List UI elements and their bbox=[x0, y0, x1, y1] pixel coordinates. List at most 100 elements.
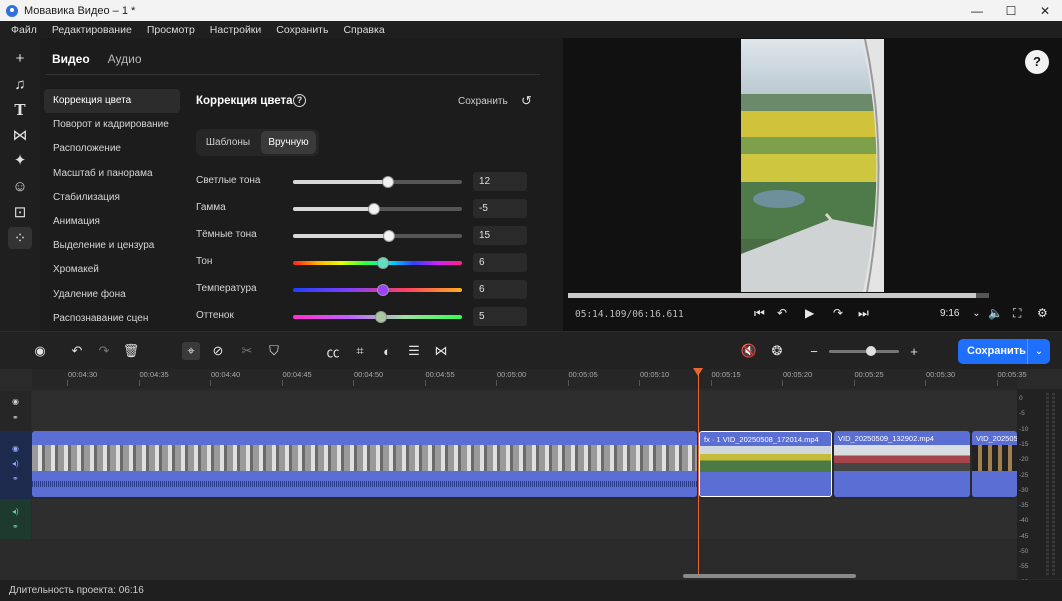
slider-track[interactable] bbox=[293, 230, 462, 242]
reset-icon[interactable]: ↺ bbox=[521, 93, 532, 109]
marker-shield-icon[interactable]: ⛉ bbox=[265, 342, 283, 360]
redo-icon[interactable]: ↷ bbox=[95, 342, 113, 360]
undo-icon[interactable]: ↶ bbox=[68, 342, 86, 360]
selected-clip[interactable]: fx · 1 VID_20250508_172014.mp4 bbox=[699, 431, 832, 497]
nav-position[interactable]: Расположение bbox=[44, 137, 180, 161]
menu-file[interactable]: Файл bbox=[11, 24, 37, 36]
mute-icon[interactable]: 🔇 bbox=[740, 342, 758, 360]
step-back-icon[interactable]: ↶ bbox=[777, 306, 787, 320]
magic-wand-icon[interactable]: ✦ bbox=[8, 149, 32, 171]
help-icon[interactable]: ? bbox=[293, 94, 306, 107]
skip-end-icon[interactable]: ⏭ bbox=[858, 306, 869, 321]
captions-icon[interactable]: ㏄ bbox=[324, 342, 342, 360]
main-video-track[interactable]: fx · 1 VID_20250508_172014.mp4 VID_20250… bbox=[32, 431, 1017, 499]
skip-start-icon[interactable]: ⏮ bbox=[754, 306, 765, 321]
slider-track[interactable] bbox=[293, 176, 462, 188]
maximize-button[interactable]: ☐ bbox=[994, 0, 1028, 21]
settings-gear-icon[interactable]: ⚙ bbox=[1037, 306, 1048, 320]
music-note-icon[interactable]: ♫ bbox=[8, 73, 32, 95]
video-clip[interactable]: VID_20250509_132902.mp4 bbox=[834, 431, 970, 497]
speaker-icon[interactable]: ◂) bbox=[12, 459, 19, 468]
menu-save[interactable]: Сохранить bbox=[276, 24, 328, 36]
aspect-ratio-dropdown[interactable]: 9:16 ⌄ bbox=[940, 308, 981, 319]
slider-value-input[interactable]: -5 bbox=[473, 199, 527, 218]
menu-edit[interactable]: Редактирование bbox=[52, 24, 132, 36]
plus-icon[interactable]: + bbox=[8, 47, 32, 69]
link-icon[interactable]: ⚭ bbox=[12, 474, 19, 483]
help-button[interactable]: ? bbox=[1025, 50, 1049, 74]
slider-track[interactable] bbox=[293, 203, 462, 215]
tab-audio[interactable]: Аудио bbox=[108, 52, 142, 66]
mode-templates[interactable]: Шаблоны bbox=[199, 131, 257, 154]
nav-scene-detection[interactable]: Распознавание сцен bbox=[44, 307, 180, 331]
menu-settings[interactable]: Настройки bbox=[210, 24, 262, 36]
nav-chroma-key[interactable]: Хромакей bbox=[44, 258, 180, 282]
slider-knob[interactable] bbox=[381, 176, 394, 188]
slider-knob[interactable] bbox=[376, 284, 389, 296]
slider-value-input[interactable]: 15 bbox=[473, 226, 527, 245]
slider-value-input[interactable]: 12 bbox=[473, 172, 527, 191]
delete-icon[interactable]: 🗑 bbox=[122, 342, 140, 360]
eye-icon[interactable]: ◉ bbox=[12, 397, 19, 406]
tab-video[interactable]: Видео bbox=[52, 52, 90, 66]
crop-icon[interactable]: ⌗ bbox=[351, 342, 369, 360]
more-tools-icon[interactable]: ⁘ bbox=[8, 227, 32, 249]
slider-track[interactable] bbox=[293, 257, 462, 269]
nav-zoom-pan[interactable]: Масштаб и панорама bbox=[44, 162, 180, 186]
mode-manual[interactable]: Вручную bbox=[261, 131, 316, 154]
export-options-chevron-icon[interactable]: ⌄ bbox=[1027, 339, 1050, 364]
step-forward-icon[interactable]: ↷ bbox=[833, 306, 843, 320]
minimize-button[interactable]: — bbox=[960, 0, 994, 21]
preview-progress-bar[interactable] bbox=[568, 293, 989, 298]
eye-icon[interactable]: ◉ bbox=[12, 444, 19, 453]
link-icon[interactable]: ⚭ bbox=[12, 522, 19, 531]
cut-icon[interactable]: ✂ bbox=[238, 342, 256, 360]
nav-color-correction[interactable]: Коррекция цвета bbox=[44, 89, 180, 114]
zoom-slider-knob[interactable] bbox=[866, 346, 876, 356]
text-icon[interactable]: T bbox=[8, 99, 32, 121]
slider-value-input[interactable]: 5 bbox=[473, 307, 527, 326]
nav-rotate-crop[interactable]: Поворот и кадрирование bbox=[44, 113, 180, 137]
slider-track[interactable] bbox=[293, 311, 462, 323]
select-cursor-icon[interactable]: ⌖ bbox=[182, 342, 200, 360]
audio-track[interactable] bbox=[32, 499, 1017, 539]
menu-view[interactable]: Просмотр bbox=[147, 24, 195, 36]
audio-tools-icon[interactable]: ❂ bbox=[768, 342, 786, 360]
nav-highlight-censor[interactable]: Выделение и цензура bbox=[44, 234, 180, 258]
slider-knob[interactable] bbox=[368, 203, 381, 215]
zoom-in-icon[interactable]: + bbox=[905, 342, 923, 360]
play-icon[interactable]: ▶ bbox=[805, 306, 814, 320]
transition-icon[interactable]: ⋈ bbox=[432, 342, 450, 360]
slider-knob[interactable] bbox=[374, 311, 387, 323]
playhead[interactable] bbox=[698, 369, 699, 576]
disable-icon[interactable]: ⊘ bbox=[209, 342, 227, 360]
sticker-icon[interactable]: ☺ bbox=[8, 175, 32, 197]
overlay-track[interactable] bbox=[32, 391, 1017, 431]
slider-knob[interactable] bbox=[376, 257, 389, 269]
fullscreen-icon[interactable]: ⛶ bbox=[1013, 306, 1021, 321]
video-clip[interactable]: VID_2025050 bbox=[972, 431, 1017, 497]
nav-background-removal[interactable]: Удаление фона bbox=[44, 283, 180, 307]
record-icon[interactable]: ◉ bbox=[31, 342, 49, 360]
speaker-icon[interactable]: ◂) bbox=[12, 507, 19, 516]
transitions-icon[interactable]: ⋈ bbox=[8, 124, 32, 146]
slider-knob[interactable] bbox=[383, 230, 396, 242]
time-ruler[interactable]: 00:04:30 00:04:35 00:04:40 00:04:45 00:04:50… bbox=[32, 369, 1027, 389]
save-preset-button[interactable]: Сохранить bbox=[458, 96, 508, 107]
nav-stabilization[interactable]: Стабилизация bbox=[44, 186, 180, 210]
slider-track[interactable] bbox=[293, 284, 462, 296]
menu-help[interactable]: Справка bbox=[343, 24, 384, 36]
nav-animation[interactable]: Анимация bbox=[44, 210, 180, 234]
sliders-icon[interactable]: ☰ bbox=[405, 342, 423, 360]
slider-value-input[interactable]: 6 bbox=[473, 253, 527, 272]
color-adjust-icon[interactable]: ◐ bbox=[378, 342, 396, 360]
link-icon[interactable]: ⚭ bbox=[12, 413, 19, 422]
slider-value-input[interactable]: 6 bbox=[473, 280, 527, 299]
zoom-slider[interactable] bbox=[829, 350, 899, 353]
zoom-out-icon[interactable]: − bbox=[805, 342, 823, 360]
volume-icon[interactable]: 🔈 bbox=[988, 306, 1003, 320]
video-clip[interactable] bbox=[32, 431, 697, 497]
shopping-bag-icon[interactable]: ⊡ bbox=[8, 201, 32, 223]
timeline-scrollbar[interactable] bbox=[683, 574, 856, 578]
close-button[interactable]: ✕ bbox=[1028, 0, 1062, 21]
